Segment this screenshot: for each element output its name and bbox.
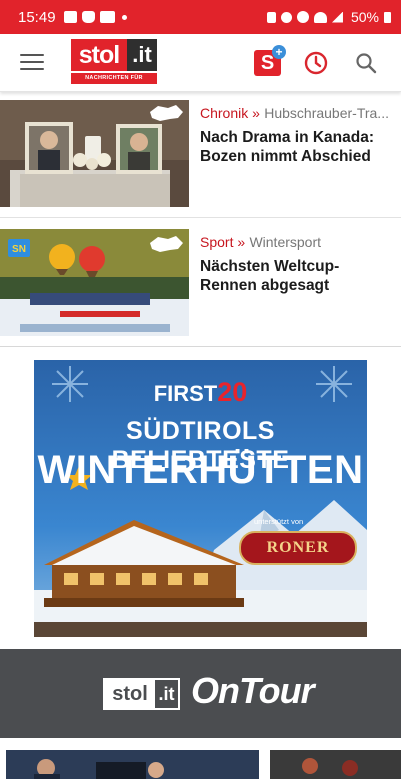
ontour-banner[interactable]: stol .it OnTour: [0, 649, 401, 738]
article-card[interactable]: SN Sport » Wintersport Nächsten Weltcup-…: [0, 229, 401, 347]
article-meta: Chronik » Hubschrauber-Tra...: [200, 104, 396, 123]
search-button[interactable]: [354, 51, 378, 75]
hamburger-icon-line: [20, 54, 44, 56]
article-subcategory: Hubschrauber-Tra...: [264, 105, 389, 121]
shopping-notification-icon: [81, 11, 95, 23]
article-headline[interactable]: Nach Drama in Kanada: Bozen nimmt Abschi…: [200, 128, 396, 166]
article-category[interactable]: Sport »: [200, 234, 245, 250]
ad-sponsor-logo: RONER: [239, 531, 357, 565]
app-header: stol .it NACHRICHTEN FÜR SÜDTIROL S +: [0, 34, 401, 92]
logo-main-text: stol: [71, 39, 127, 71]
battery-percentage: 50%: [350, 9, 379, 25]
advertisement-banner[interactable]: FIRST20 SÜDTIROLS BELIEBTESTE WINTERHÜTT…: [34, 360, 367, 637]
news-notification-icon: [99, 11, 115, 23]
ontour-card-image: [270, 750, 401, 779]
search-icon: [356, 53, 377, 74]
ontour-logo-suffix: .it: [158, 683, 175, 704]
lock-icon: [266, 11, 276, 23]
hamburger-icon-line: [20, 61, 44, 63]
battery-icon: [384, 11, 391, 23]
ontour-card[interactable]: [270, 750, 401, 779]
gallery-notification-icon: [63, 11, 77, 23]
ontour-stol-logo: stol .it: [103, 678, 180, 710]
menu-button[interactable]: [20, 54, 44, 72]
sn-badge-icon: SN: [12, 244, 26, 255]
signal-icon: [331, 11, 343, 23]
status-bar: 15:49 50%: [0, 0, 401, 34]
more-notifications-dot-icon: [121, 14, 127, 20]
article-subcategory: Wintersport: [249, 234, 322, 250]
hamburger-icon-line: [20, 68, 44, 70]
hotspot-icon: [296, 11, 309, 23]
article-category[interactable]: Chronik »: [200, 105, 260, 121]
logo-suffix-text: .it: [127, 39, 157, 71]
article-thumbnail: [0, 100, 189, 207]
status-time: 15:49: [18, 8, 56, 26]
ad-first-text: FIRST: [153, 381, 218, 406]
logo-tagline: NACHRICHTEN FÜR SÜDTIROL: [71, 73, 157, 91]
article-text: Sport » Wintersport Nächsten Weltcup-Ren…: [200, 233, 396, 295]
article-meta: Sport » Wintersport: [200, 233, 396, 252]
history-button[interactable]: [304, 51, 328, 75]
system-icons: 50%: [266, 9, 391, 25]
ad-supported-by: unterstützt von: [254, 517, 304, 526]
ontour-logo-main: stol: [105, 680, 155, 708]
ontour-card[interactable]: [6, 750, 259, 779]
plus-icon: +: [272, 45, 286, 59]
splus-button[interactable]: S +: [254, 45, 286, 76]
stol-logo[interactable]: stol .it NACHRICHTEN FÜR SÜDTIROL: [71, 39, 157, 91]
article-headline[interactable]: Nächsten Weltcup-Rennen abgesagt: [200, 257, 396, 295]
article-thumbnail: SN: [0, 229, 189, 336]
ad-first-label: FIRST20: [34, 377, 367, 408]
ad-first-number: 20: [217, 377, 248, 407]
ontour-card-image: [6, 750, 259, 779]
clock-icon: [304, 51, 328, 75]
wifi-icon: [313, 11, 327, 23]
article-text: Chronik » Hubschrauber-Tra... Nach Drama…: [200, 104, 396, 166]
ontour-title: OnTour: [191, 670, 315, 711]
mute-icon: [280, 11, 292, 23]
ad-headline-line2: WINTERHÜTTEN: [37, 448, 364, 492]
notification-icons: [63, 11, 127, 23]
article-card[interactable]: Chronik » Hubschrauber-Tra... Nach Drama…: [0, 100, 401, 218]
